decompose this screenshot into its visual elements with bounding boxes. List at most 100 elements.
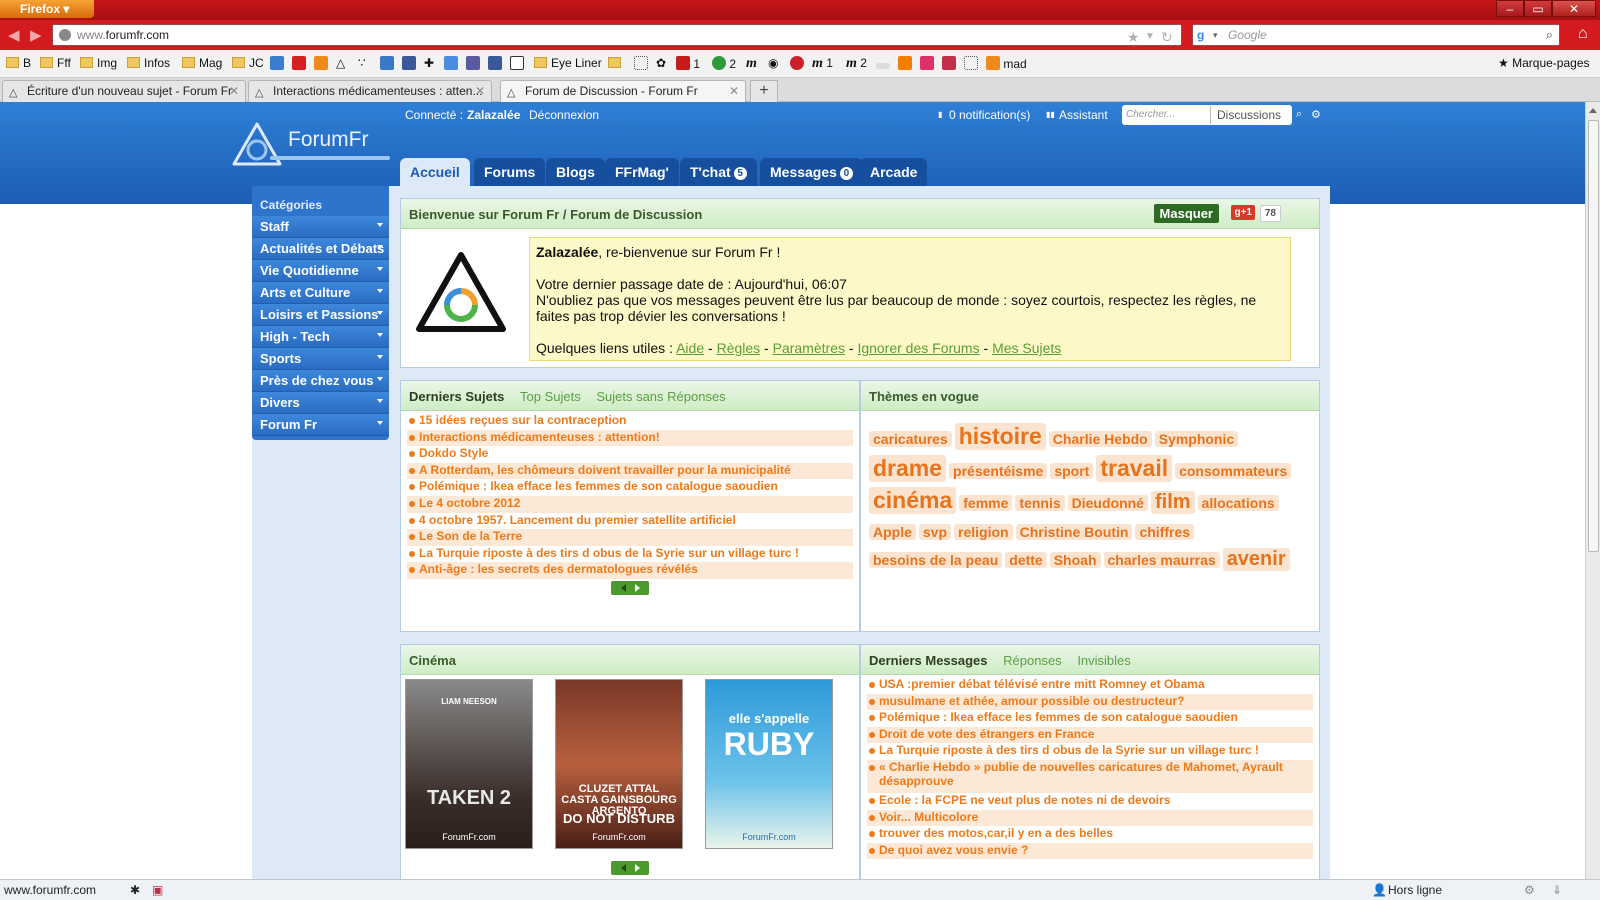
search-icon[interactable]: ⌕	[1546, 27, 1553, 43]
tag-link[interactable]: svp	[918, 524, 952, 540]
url-dropdown-icon[interactable]: ▼	[1145, 31, 1155, 42]
forumfr-logo[interactable]: ForumFr	[230, 120, 390, 170]
link-mes-sujets[interactable]: Mes Sujets	[992, 340, 1061, 356]
bookmark-icon-eye[interactable]: ◉	[768, 56, 778, 70]
new-tab-button[interactable]: +	[750, 80, 778, 102]
sidebar-item-staff[interactable]: Staff	[252, 216, 389, 238]
bookmark-mad[interactable]: mad	[986, 56, 1027, 71]
tag-link[interactable]: allocations	[1197, 495, 1279, 511]
tag-link[interactable]: consommateurs	[1175, 463, 1292, 479]
minimize-button[interactable]: –	[1496, 0, 1524, 17]
tag-link[interactable]: histoire	[954, 423, 1046, 450]
list-item[interactable]: Le Son de la Terre	[407, 529, 853, 546]
pinterest-icon[interactable]	[790, 56, 804, 71]
list-item[interactable]: De quoi avez vous envie ?	[867, 842, 1313, 860]
tag-link[interactable]: drame	[869, 455, 947, 482]
tab-top-sujets[interactable]: Top Sujets	[520, 389, 581, 404]
close-window-button[interactable]: ✕	[1552, 0, 1596, 17]
bookmark-icon-triangle[interactable]: △	[336, 56, 345, 70]
browser-tab[interactable]: △ Écriture d'un nouveau sujet - Forum Fr…	[2, 80, 246, 102]
tag-link[interactable]: Apple	[869, 524, 916, 540]
list-item[interactable]: La Turquie riposte à des tirs d obus de …	[867, 743, 1313, 760]
facebook-icon-2[interactable]	[488, 56, 502, 71]
forum-search-scope[interactable]: Discussions	[1210, 106, 1290, 124]
search-bar[interactable]: g ▾ Google ⌕	[1192, 24, 1560, 46]
list-item[interactable]: Polémique : Ikea efface les femmes de so…	[407, 479, 853, 496]
tag-link[interactable]: tennis	[1015, 495, 1065, 511]
list-item[interactable]: Voir... Multicolore	[867, 809, 1313, 827]
addon-gear-icon[interactable]: ⚙	[1524, 883, 1535, 897]
list-item[interactable]: « Charlie Hebdo » publie de nouvelles ca…	[867, 759, 1313, 793]
bookmark-icon-dots[interactable]: ∵	[358, 56, 366, 70]
link-regles[interactable]: Règles	[717, 340, 761, 356]
bookmark-icon-green[interactable]: 2	[712, 56, 736, 71]
sidebar-item-loisirs[interactable]: Loisirs et Passions	[252, 304, 389, 326]
bookmark-fff[interactable]: Fff	[40, 56, 71, 70]
bookmark-icon-db[interactable]	[466, 56, 480, 71]
close-tab-icon[interactable]: ✕	[229, 84, 239, 98]
bookmark-icon-magazine[interactable]	[942, 56, 956, 71]
bookmark-star-icon[interactable]: ★	[1127, 29, 1140, 46]
sidebar-item-sports[interactable]: Sports	[252, 348, 389, 370]
search-icon[interactable]: ⌕	[1296, 108, 1302, 121]
tag-link[interactable]: Charlie Hebdo	[1048, 431, 1152, 447]
scroll-up-icon[interactable]	[1589, 108, 1597, 113]
list-item[interactable]: Dokdo Style	[407, 446, 853, 463]
facebook-icon[interactable]	[402, 56, 416, 71]
url-bar[interactable]: www.forumfr.com ★ ▼ ↻	[52, 24, 1182, 46]
sidebar-item-forum-fr[interactable]: Forum Fr	[252, 414, 389, 436]
list-item[interactable]: La Turquie riposte à des tirs d obus de …	[407, 546, 853, 563]
tag-link[interactable]: Symphonic	[1154, 431, 1239, 447]
prev-arrow-icon[interactable]	[621, 584, 626, 592]
bookmark-icon-translate[interactable]	[270, 56, 284, 71]
browser-tab[interactable]: △ Interactions médicamenteuses : atten..…	[248, 80, 492, 102]
tag-link[interactable]: dette	[1005, 552, 1047, 568]
list-item[interactable]: 15 idées reçues sur la contraception	[407, 413, 853, 430]
list-item[interactable]: musulmane et athée, amour possible ou de…	[867, 693, 1313, 711]
bookmark-icon-leaf[interactable]: ✿	[656, 56, 666, 70]
tab-derniers-messages[interactable]: Derniers Messages	[869, 653, 988, 668]
sidebar-item-arts-culture[interactable]: Arts et Culture	[252, 282, 389, 304]
tab-derniers-sujets[interactable]: Derniers Sujets	[409, 389, 504, 404]
page-scrollbar[interactable]	[1585, 102, 1600, 879]
tab-ffrmag[interactable]: FFrMag'	[605, 158, 679, 186]
bookmark-icon-flower[interactable]	[920, 56, 934, 71]
bookmark-icon-dotted[interactable]	[634, 56, 648, 71]
bookmark-m1[interactable]: m	[746, 56, 757, 72]
forward-icon[interactable]: ▶	[30, 26, 42, 44]
bookmark-m-1[interactable]: m 1	[812, 56, 833, 72]
sidebar-item-vie-quotidienne[interactable]: Vie Quotidienne	[252, 260, 389, 282]
tab-blogs[interactable]: Blogs	[546, 158, 605, 186]
tab-invisibles[interactable]: Invisibles	[1077, 653, 1130, 668]
mail-icon[interactable]	[314, 56, 328, 71]
site-identity-icon[interactable]	[59, 29, 71, 41]
sidebar-item-high-tech[interactable]: High - Tech	[252, 326, 389, 348]
next-arrow-icon[interactable]	[635, 584, 640, 592]
bookmark-b[interactable]: B	[6, 56, 31, 70]
tag-link[interactable]: travail	[1096, 455, 1173, 482]
tab-tchat[interactable]: T'chat 5	[680, 158, 757, 186]
link-parametres[interactable]: Paramètres	[773, 340, 845, 356]
tag-link[interactable]: avenir	[1222, 548, 1290, 571]
home-icon[interactable]: ⌂	[1578, 25, 1588, 43]
movie-poster-taken2[interactable]: LIAM NEESON TAKEN 2 ForumFr.com	[405, 679, 533, 849]
prev-arrow-icon[interactable]	[621, 864, 626, 872]
tag-link[interactable]: Dieudonné	[1067, 495, 1148, 511]
back-icon[interactable]: ◀	[8, 26, 20, 44]
tag-link[interactable]: sport	[1050, 463, 1094, 479]
tag-link[interactable]: présentéisme	[949, 463, 1048, 479]
tag-link[interactable]: caricatures	[869, 431, 952, 447]
notifications-link[interactable]: 0 notification(s)	[949, 108, 1030, 122]
list-item[interactable]: Polémique : Ikea efface les femmes de so…	[867, 710, 1313, 727]
tag-link[interactable]: besoins de la peau	[869, 552, 1003, 568]
tab-reponses[interactable]: Réponses	[1003, 653, 1062, 668]
tab-sujets-sans-reponses[interactable]: Sujets sans Réponses	[596, 389, 725, 404]
bookmark-img[interactable]: Img	[80, 56, 117, 70]
sidebar-item-pres-de-chez-vous[interactable]: Près de chez vous	[252, 370, 389, 392]
list-item[interactable]: Interactions médicamenteuses : attention…	[407, 429, 853, 447]
plus-icon[interactable]: ✚	[424, 56, 434, 70]
bookmarks-menu-button[interactable]: ★ Marque-pages	[1498, 56, 1590, 70]
sidebar-item-divers[interactable]: Divers	[252, 392, 389, 414]
tag-link[interactable]: Christine Boutin	[1015, 524, 1133, 540]
movie-poster-ruby[interactable]: elle s'appelle RUBY ForumFr.com	[705, 679, 833, 849]
